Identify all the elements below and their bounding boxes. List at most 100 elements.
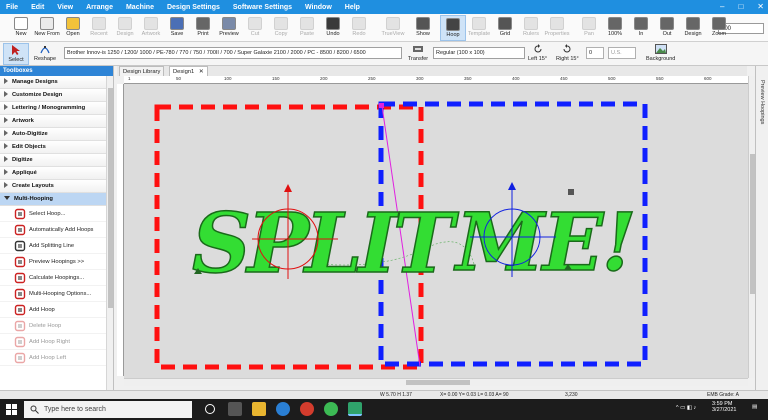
toolbox-category-manage-designs[interactable]: Manage Designs — [0, 76, 113, 89]
toolboxes-scrollbar[interactable] — [106, 76, 113, 390]
rotate-left-label: Left 15° — [528, 56, 548, 62]
toolbar-save-button-6[interactable]: Save — [164, 15, 190, 41]
tool-add-splitting-line[interactable]: Add Splitting Line — [0, 238, 113, 254]
design-canvas[interactable]: SPLIT ME! — [124, 84, 748, 378]
close-button[interactable]: ✕ — [757, 2, 764, 11]
toolbar-undo-button-12[interactable]: Undo — [320, 15, 346, 41]
toolbar-artwork-button-5[interactable]: Artwork — [138, 15, 164, 41]
toolbar-properties-button-20[interactable]: Properties — [544, 15, 570, 41]
toolbox-category-digitize[interactable]: Digitize — [0, 154, 113, 167]
menu-design-settings[interactable]: Design Settings — [167, 4, 220, 11]
lettering-right[interactable]: ME! — [452, 194, 637, 290]
transfer-icon — [413, 46, 423, 52]
toolbar-100--button-22[interactable]: 100% — [602, 15, 628, 41]
system-tray-icons[interactable]: ^ ▭ ◧ ♪ — [676, 405, 696, 411]
toolbar-rulers-button-19[interactable]: Rulers — [518, 15, 544, 41]
select-tool-button[interactable]: Select — [3, 43, 29, 65]
preview-hoopings-side-tab[interactable]: Preview Hoopings — [755, 66, 768, 390]
toolbar-redo-button-13[interactable]: Redo — [346, 15, 372, 41]
menu-view[interactable]: View — [57, 4, 73, 11]
cortana-icon[interactable] — [205, 404, 215, 414]
embroidery-app-taskbar-icon[interactable] — [348, 402, 362, 416]
toolbar-cut-button-9[interactable]: Cut — [242, 15, 268, 41]
edge-browser-icon[interactable] — [276, 402, 290, 416]
background-button[interactable]: Background — [646, 44, 675, 62]
lettering-left[interactable]: SPLIT — [191, 195, 463, 293]
tool-multi-hooping-options[interactable]: Multi-Hooping Options... — [0, 286, 113, 302]
units-select[interactable]: U.S. — [608, 47, 636, 59]
tool-delete-hoop[interactable]: Delete Hoop — [0, 318, 113, 334]
chrome-icon[interactable] — [324, 402, 338, 416]
file-explorer-icon[interactable] — [252, 402, 266, 416]
split-handle-top[interactable] — [379, 103, 384, 108]
toolbar-preview-button-8[interactable]: Preview — [216, 15, 242, 41]
tab-design-library[interactable]: Design Library — [119, 66, 165, 76]
show-icon — [416, 17, 430, 30]
firefox-icon[interactable] — [300, 402, 314, 416]
hoop-size-select[interactable]: Regular (100 x 100) — [433, 47, 525, 59]
windows-start-icon[interactable] — [6, 404, 17, 415]
toolbox-category-artwork[interactable]: Artwork — [0, 115, 113, 128]
scrollbar-thumb[interactable] — [108, 88, 113, 308]
tab-design1[interactable]: Design1 ✕ — [169, 66, 208, 76]
canvas-vertical-scrollbar[interactable] — [748, 76, 755, 378]
minimize-button[interactable]: – — [720, 2, 724, 11]
toolbar-new-from-button-1[interactable]: New From — [34, 15, 60, 41]
menu-software-settings[interactable]: Software Settings — [233, 4, 292, 11]
toolbar-trueview-button-14[interactable]: TrueView — [380, 15, 406, 41]
toolbar-design-button-4[interactable]: Design — [112, 15, 138, 41]
toolbar-out-button-24[interactable]: Out — [654, 15, 680, 41]
toolbar-zoom-button-26[interactable]: Zoom — [706, 15, 732, 41]
h-scroll-thumb[interactable] — [406, 380, 470, 385]
taskbar-search-input[interactable]: Type here to search — [24, 401, 192, 418]
toolbar-grid-button-18[interactable]: Grid — [492, 15, 518, 41]
menu-edit[interactable]: Edit — [31, 4, 44, 11]
toolbar-pan-button-21[interactable]: Pan — [576, 15, 602, 41]
close-tab-icon[interactable]: ✕ — [199, 69, 204, 75]
preview-hoopings-label: Preview Hoopings — [759, 80, 765, 125]
toolbar-open-button-2[interactable]: Open — [60, 15, 86, 41]
menu-help[interactable]: Help — [345, 4, 360, 11]
machine-select[interactable]: Brother Innov-is 1250 / 1200/ 1000 / PE-… — [64, 47, 402, 59]
menu-machine[interactable]: Machine — [126, 4, 154, 11]
toolbox-category-auto-digitize[interactable]: Auto-Digitize — [0, 128, 113, 141]
toolbar-new-button-0[interactable]: New — [8, 15, 34, 41]
toolbar-hoop-button-16[interactable]: Hoop — [440, 15, 466, 41]
toolbar-recent-button-3[interactable]: Recent — [86, 15, 112, 41]
toolbar-template-button-17[interactable]: Template — [466, 15, 492, 41]
menu-file[interactable]: File — [6, 4, 18, 11]
toolbox-category-appliqu-[interactable]: Appliqué — [0, 167, 113, 180]
transfer-button[interactable]: Transfer — [404, 43, 432, 65]
toolbox-category-customize-design[interactable]: Customize Design — [0, 89, 113, 102]
toolbar-button-label: Preview — [219, 31, 239, 37]
tool-add-hoop-left[interactable]: Add Hoop Left — [0, 350, 113, 366]
rotate-left-button[interactable]: Left 15° — [528, 44, 547, 62]
tool-automatically-add-hoops[interactable]: Automatically Add Hoops — [0, 222, 113, 238]
toolbox-category-lettering-monogramming[interactable]: Lettering / Monogramming — [0, 102, 113, 115]
canvas-horizontal-scrollbar[interactable] — [124, 378, 748, 386]
toolbox-category-edit-objects[interactable]: Edit Objects — [0, 141, 113, 154]
notifications-icon[interactable]: ▤ — [752, 404, 757, 410]
task-view-icon[interactable] — [228, 402, 242, 416]
rotation-angle-input[interactable]: 0 — [586, 47, 604, 59]
toolbar-paste-button-11[interactable]: Paste — [294, 15, 320, 41]
toolbar-in-button-23[interactable]: In — [628, 15, 654, 41]
maximize-button[interactable]: □ — [738, 2, 743, 11]
search-placeholder: Type here to search — [44, 406, 106, 413]
menu-window[interactable]: Window — [305, 4, 332, 11]
tool-select-hoop[interactable]: Select Hoop... — [0, 206, 113, 222]
tool-add-hoop-right[interactable]: Add Hoop Right — [0, 334, 113, 350]
toolbar-print-button-7[interactable]: Print — [190, 15, 216, 41]
toolbox-category-create-layouts[interactable]: Create Layouts — [0, 180, 113, 193]
tool-preview-hoopings[interactable]: Preview Hoopings >> — [0, 254, 113, 270]
tool-calculate-hoopings[interactable]: Calculate Hoopings... — [0, 270, 113, 286]
menu-arrange[interactable]: Arrange — [86, 4, 113, 11]
toolbar-show-button-15[interactable]: Show — [410, 15, 436, 41]
resize-handle[interactable] — [568, 189, 574, 195]
toolbar-design-button-25[interactable]: Design — [680, 15, 706, 41]
toolbar-copy-button-10[interactable]: Copy — [268, 15, 294, 41]
reshape-tool-button[interactable]: Reshape — [32, 43, 58, 65]
rotate-right-button[interactable]: Right 15° — [556, 44, 579, 62]
toolbox-category-multi-hooping[interactable]: Multi-Hooping — [0, 193, 113, 206]
tool-add-hoop[interactable]: Add Hoop — [0, 302, 113, 318]
